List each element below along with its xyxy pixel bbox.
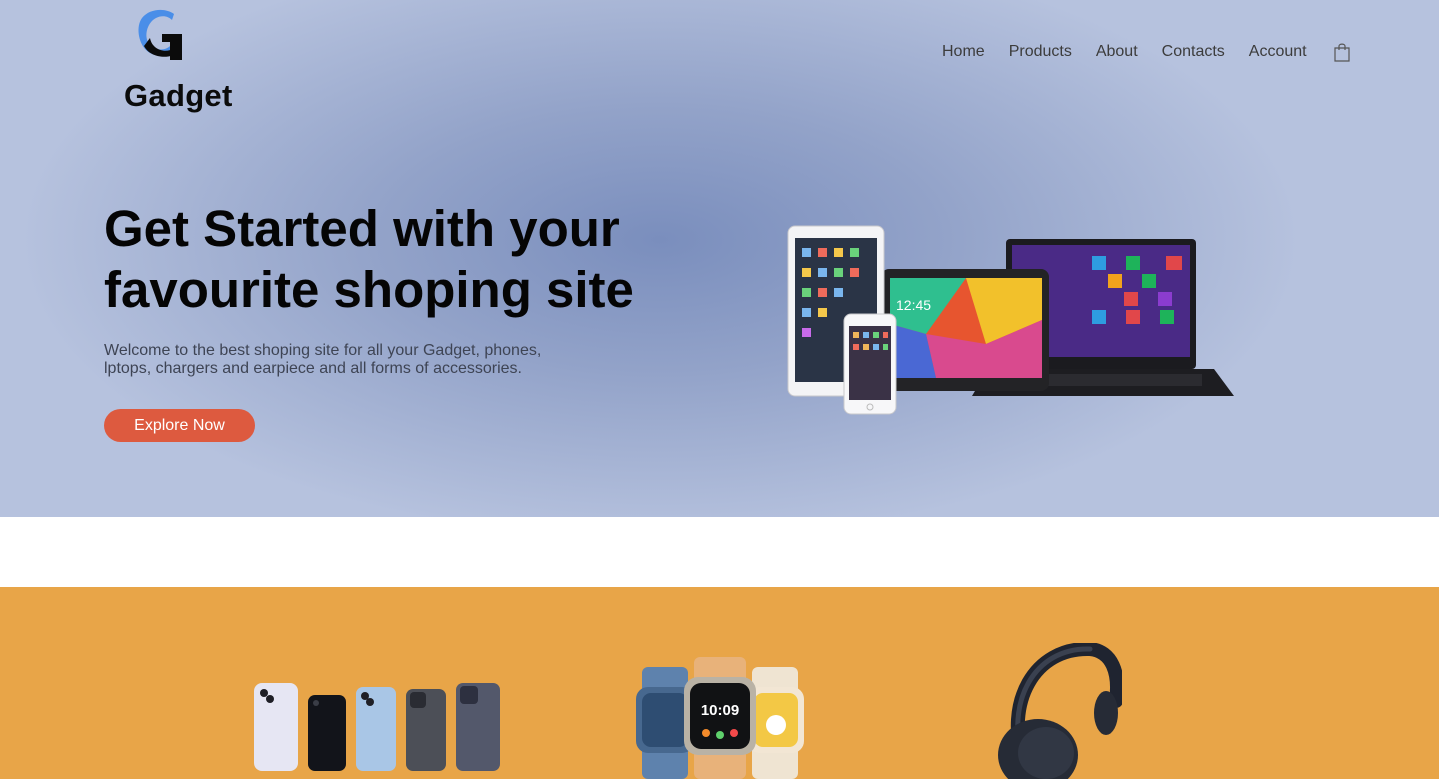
watches-image[interactable]: 10:09 <box>636 657 808 779</box>
explore-now-button[interactable]: Explore Now <box>104 409 255 442</box>
brand-logo[interactable]: Gadget <box>124 8 244 113</box>
nav-products[interactable]: Products <box>1009 43 1072 61</box>
nav-about[interactable]: About <box>1096 43 1138 61</box>
nav-contacts[interactable]: Contacts <box>1162 43 1225 61</box>
hero-subtext: Welcome to the best shoping site for all… <box>104 342 564 378</box>
phones-image[interactable] <box>252 681 504 773</box>
featured-products-section: 10:09 <box>0 587 1439 779</box>
shopping-bag-icon[interactable] <box>1333 42 1351 62</box>
tablet-clock: 12:45 <box>896 297 931 313</box>
android-tablet-image: 12:45 <box>881 269 1049 391</box>
brand-name: Gadget <box>124 78 233 113</box>
watch-time: 10:09 <box>701 702 739 719</box>
subtext-line-2: lptops, chargers and earpiece and all fo… <box>104 360 522 377</box>
nav-home[interactable]: Home <box>942 43 985 61</box>
main-nav: Home Products About Contacts Account <box>942 42 1351 62</box>
iphone-image <box>843 313 897 415</box>
hero-headline: Get Started with your favourite shoping … <box>104 198 724 320</box>
headphones-image[interactable] <box>994 643 1122 779</box>
headline-line-1: Get Started with your <box>104 200 620 257</box>
subtext-line-1: Welcome to the best shoping site for all… <box>104 342 542 359</box>
headline-line-2: favourite shoping site <box>104 261 634 318</box>
hero-section: Gadget Home Products About Contacts Acco… <box>0 0 1439 517</box>
logo-g-icon <box>138 9 182 60</box>
devices-illustration: 12:45 <box>787 225 1234 415</box>
nav-account[interactable]: Account <box>1249 43 1307 61</box>
